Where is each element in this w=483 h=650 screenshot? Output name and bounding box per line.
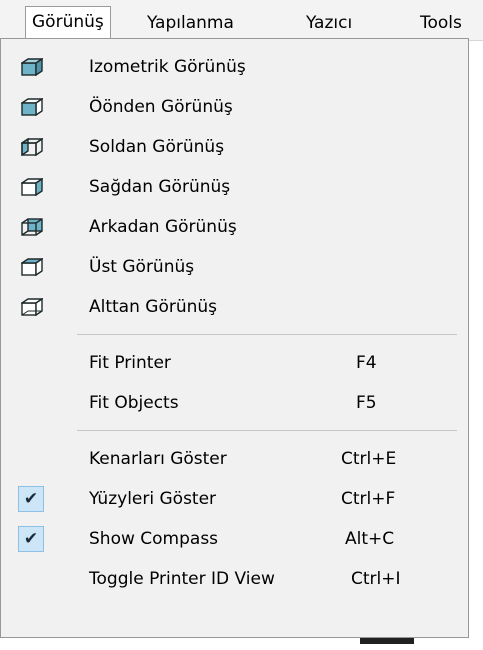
menu-yapilanma[interactable]: Yapılanma: [147, 8, 234, 38]
menu-yazici[interactable]: Yazıcı: [306, 8, 352, 38]
menu-item-label: Fit Objects: [89, 393, 179, 413]
menu-item-shortcut: F4: [356, 353, 377, 373]
menu-item-front-view[interactable]: Öönden Görünüş: [1, 87, 470, 127]
menu-item-shortcut: Alt+C: [345, 529, 395, 549]
menu-tools[interactable]: Tools: [420, 8, 462, 38]
menu-item-label: Fit Printer: [89, 353, 171, 373]
menu-item-label: Yüzyleri Göster: [89, 489, 217, 509]
menu-gorunus[interactable]: Görünüş: [25, 6, 111, 39]
menu-item-label: Alttan Görünüş: [89, 297, 218, 317]
left-view-cube-icon: [21, 138, 43, 156]
menu-item-label: Öönden Görünüş: [89, 97, 233, 117]
menu-item-top-view[interactable]: Üst Görünüş: [1, 247, 470, 287]
menu-tools-label: Tools: [420, 13, 462, 33]
menu-item-isometric-view[interactable]: Izometrik Görünüş: [1, 47, 470, 87]
menu-item-shortcut: Ctrl+I: [351, 569, 401, 589]
menu-gorunus-label: Görünüş: [32, 12, 104, 32]
top-view-cube-icon: [21, 258, 43, 276]
menu-item-label: Toggle Printer ID View: [89, 569, 275, 589]
front-view-cube-icon: [21, 98, 43, 116]
background-window-fragment: [360, 638, 414, 644]
menu-item-show-edges[interactable]: Kenarları Göster Ctrl+E: [1, 439, 470, 479]
menu-item-fit-printer[interactable]: Fit Printer F4: [1, 343, 470, 383]
menu-item-show-faces[interactable]: ✔ Yüzyleri Göster Ctrl+F: [1, 479, 470, 519]
gorunus-dropdown-menu: Izometrik Görünüş Öönden Görünüş Soldan …: [0, 38, 469, 638]
menu-item-label: Kenarları Göster: [89, 449, 227, 469]
checkmark-icon: ✔: [18, 526, 44, 552]
menu-item-left-view[interactable]: Soldan Görünüş: [1, 127, 470, 167]
menu-separator: [77, 334, 457, 335]
menu-item-label: Arkadan Görünüş: [89, 217, 237, 237]
menu-item-shortcut: Ctrl+E: [341, 449, 397, 469]
menu-item-label: Show Compass: [89, 529, 219, 549]
menu-item-bottom-view[interactable]: Alttan Görünüş: [1, 287, 470, 327]
menu-item-toggle-printer-id-view[interactable]: Toggle Printer ID View Ctrl+I: [1, 559, 470, 599]
menu-item-show-compass[interactable]: ✔ Show Compass Alt+C: [1, 519, 470, 559]
menu-item-label: Izometrik Görünüş: [89, 57, 246, 77]
menu-item-shortcut: F5: [356, 393, 377, 413]
isometric-view-cube-icon: [21, 58, 43, 76]
menu-item-label: Soldan Görünüş: [89, 137, 225, 157]
checkmark-icon: ✔: [18, 486, 44, 512]
menu-item-right-view[interactable]: Sağdan Görünüş: [1, 167, 470, 207]
menu-yapilanma-label: Yapılanma: [147, 13, 234, 33]
menu-yazici-label: Yazıcı: [306, 13, 353, 33]
menu-item-label: Üst Görünüş: [89, 257, 195, 277]
menu-item-back-view[interactable]: Arkadan Görünüş: [1, 207, 470, 247]
menu-bar: Görünüş Yapılanma Yazıcı Tools: [0, 0, 483, 41]
menu-item-shortcut: Ctrl+F: [341, 489, 396, 509]
menu-item-label: Sağdan Görünüş: [89, 177, 231, 197]
right-view-cube-icon: [21, 178, 43, 196]
menu-item-fit-objects[interactable]: Fit Objects F5: [1, 383, 470, 423]
back-view-cube-icon: [21, 218, 43, 236]
bottom-view-cube-icon: [21, 298, 43, 316]
menu-separator: [77, 430, 457, 431]
